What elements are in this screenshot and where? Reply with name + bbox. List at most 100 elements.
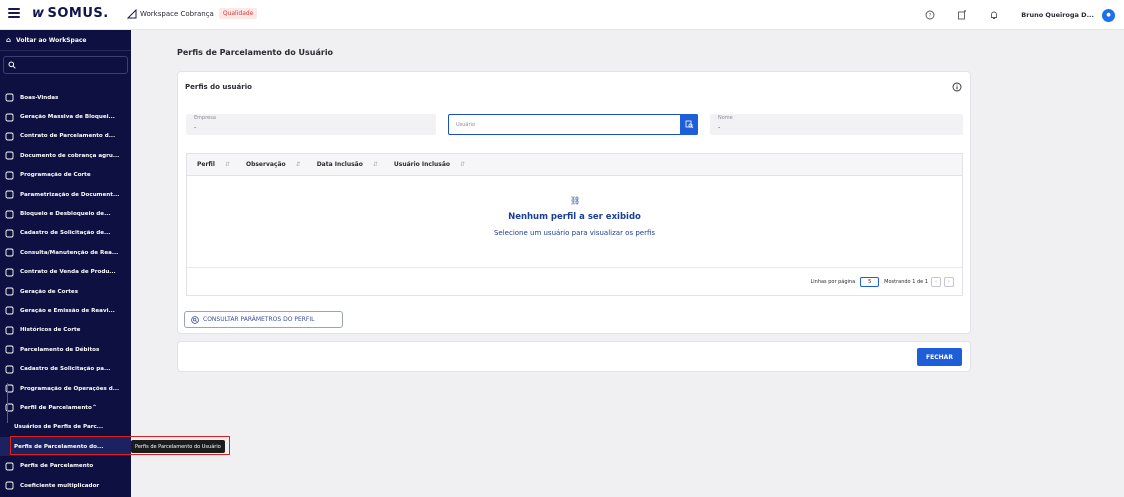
column-header[interactable]: Data Inclusão ⇵ (317, 161, 386, 168)
sidebar-item-label: Geração e Emissão de Reavi... (20, 307, 115, 314)
profiles-table: Perfil ⇵ Observação ⇵ Data Inclusão ⇵ Usuário … (186, 153, 963, 296)
avatar[interactable]: ● (1102, 8, 1115, 22)
sidebar-item-label: Programação de Corte (20, 172, 91, 179)
sidebar-nav: Boas-Vindas Geração Massiva de Bloquei...… (0, 88, 131, 495)
column-header[interactable]: Perfil ⇵ (197, 161, 238, 168)
sidebar-item-3[interactable]: Documento de cobrança agru... (0, 146, 131, 165)
table-header: Perfil ⇵ Observação ⇵ Data Inclusão ⇵ Usuário … (187, 154, 962, 176)
sidebar-item-label: Coeficiente multiplicador (20, 482, 100, 489)
next-page-button[interactable]: › (944, 276, 954, 287)
showing-label: Mostrando 1 de 1 (884, 278, 928, 285)
logo[interactable]: w SOMUS. (32, 6, 109, 21)
sidebar-item-16[interactable]: Perfil de Parcelamento ⌃ (0, 398, 131, 417)
list-icon (5, 462, 14, 471)
sidebar-item-19[interactable]: Perfis de Parcelamento (0, 456, 131, 475)
sidebar-item-6[interactable]: Bloqueio e Desbloqueio de... (0, 204, 131, 223)
sidebar-item-12[interactable]: Históricos de Corte (0, 321, 131, 340)
workspace-label: Workspace Cobrança (140, 9, 214, 18)
sidebar-item-17[interactable]: Usuários de Perfis de Parc... (0, 418, 131, 437)
workspace-icon (127, 8, 137, 18)
usuario-input[interactable]: Usuário (448, 114, 698, 135)
sidebar-item-13[interactable]: Parcelamento de Débitos (0, 340, 131, 359)
empresa-label: Empresa (194, 115, 216, 121)
tooltip: Perfis de Parcelamento do Usuário (131, 440, 225, 453)
back-label: Voltar ao WorkSpace (16, 36, 87, 44)
sidebar-item-9[interactable]: Contrato de Venda de Produ... (0, 263, 131, 282)
column-label: Observação (245, 161, 286, 168)
block-icon (5, 210, 14, 218)
user-name[interactable]: Bruno Queiroga D... (1021, 11, 1094, 19)
search-circle-icon (191, 315, 199, 324)
menu-icon[interactable] (8, 8, 20, 18)
chevron-up-icon[interactable]: ⌃ (92, 404, 97, 411)
workspace-selector[interactable]: Workspace Cobrança Qualidade (127, 8, 258, 19)
sidebar-item-4[interactable]: Programação de Corte (0, 166, 131, 185)
home-icon: ⌂ (6, 36, 12, 44)
sidebar-item-label: Documento de cobrança agru... (20, 152, 120, 159)
sidebar-item-label: Parametrização de Document... (20, 191, 120, 198)
bell-icon[interactable] (989, 10, 999, 20)
page-title: Perfis de Parcelamento do Usuário (177, 48, 334, 57)
sidebar-item-label: Usuários de Perfis de Parc... (14, 424, 104, 431)
prev-page-button[interactable]: ‹ (931, 276, 941, 287)
close-button[interactable]: FECHAR (917, 348, 962, 366)
usuario-search-button[interactable] (680, 114, 698, 135)
cycle-icon (5, 113, 14, 122)
empty-title: Nenhum perfil a ser exibido (508, 212, 641, 222)
document-icon (5, 151, 14, 160)
sort-icon[interactable]: ⇵ (296, 161, 301, 168)
sidebar-item-11[interactable]: Geração e Emissão de Reavi... (0, 301, 131, 320)
sidebar-item-7[interactable]: Cadastro de Solicitação de... (0, 224, 131, 243)
sidebar-item-label: Perfil de Parcelamento (20, 404, 92, 411)
nome-value: - (718, 124, 721, 131)
sort-icon[interactable]: ⇵ (460, 161, 465, 168)
sidebar-item-label: Programação de Operações d... (20, 385, 120, 392)
sidebar-item-label: Cadastro de Solicitação de... (20, 230, 111, 237)
list-icon (5, 481, 14, 490)
back-to-workspace[interactable]: ⌂ Voltar ao WorkSpace (0, 30, 131, 51)
profiles-card: Perfis do usuário Empresa - Usuário Nome… (177, 71, 971, 334)
column-label: Data Inclusão (316, 161, 363, 168)
help-icon[interactable]: ? (925, 10, 935, 20)
sidebar-item-0[interactable]: Boas-Vindas (0, 88, 131, 107)
footer-card: FECHAR (177, 341, 971, 372)
sidebar-item-14[interactable]: Cadastro de Solicitação pa... (0, 359, 131, 378)
sidebar-item-8[interactable]: Consulta/Manutenção de Rea... (0, 243, 131, 262)
column-label: Perfil (197, 161, 215, 168)
sidebar-item-10[interactable]: Geração de Cortes (0, 282, 131, 301)
svg-text:?: ? (929, 13, 932, 19)
submenu-line (7, 383, 8, 423)
info-icon[interactable] (952, 82, 962, 92)
environment-badge: Qualidade (218, 8, 258, 19)
dollar-icon (5, 345, 14, 354)
top-bar: w SOMUS. Workspace Cobrança Qualidade ? B… (0, 0, 1124, 30)
empresa-value: - (194, 124, 197, 131)
consult-parameters-button[interactable]: CONSULTAR PARÂMETROS DO PERFIL (184, 311, 343, 328)
sidebar-item-label: Históricos de Corte (20, 327, 81, 334)
sidebar-item-5[interactable]: Parametrização de Document... (0, 185, 131, 204)
search-icon (8, 61, 16, 69)
sidebar-item-20[interactable]: Coeficiente multiplicador (0, 476, 131, 495)
sort-icon[interactable]: ⇵ (225, 161, 230, 168)
sort-icon[interactable]: ⇵ (373, 161, 378, 168)
pagination: Linhas por página 5 Mostrando 1 de 1 ‹ › (187, 267, 962, 295)
sidebar-search[interactable] (3, 56, 128, 74)
card-title: Perfis do usuário (185, 83, 252, 91)
sidebar-item-15[interactable]: Programação de Operações d... (0, 379, 131, 398)
announcement-icon[interactable] (957, 10, 967, 20)
sidebar-item-2[interactable]: Contrato de Parcelamento d... (0, 127, 131, 146)
sidebar-item-1[interactable]: Geração Massiva de Bloquei... (0, 107, 131, 126)
consult-label: CONSULTAR PARÂMETROS DO PERFIL (203, 316, 315, 323)
rows-per-page-select[interactable]: 5 (860, 276, 880, 287)
sidebar-item-label: Geração de Cortes (20, 288, 79, 295)
settings-icon (5, 190, 14, 199)
sidebar-item-label: Cadastro de Solicitação pa... (20, 366, 111, 373)
column-header[interactable]: Usuário Inclusão ⇵ (394, 161, 473, 168)
people-icon (5, 93, 14, 102)
nome-label: Nome (718, 115, 733, 121)
sidebar-item-label: Consulta/Manutenção de Rea... (20, 249, 119, 256)
consult-icon (5, 248, 14, 257)
cuts-icon (5, 287, 14, 296)
contract-icon (5, 132, 14, 141)
column-header[interactable]: Observação ⇵ (246, 161, 309, 168)
